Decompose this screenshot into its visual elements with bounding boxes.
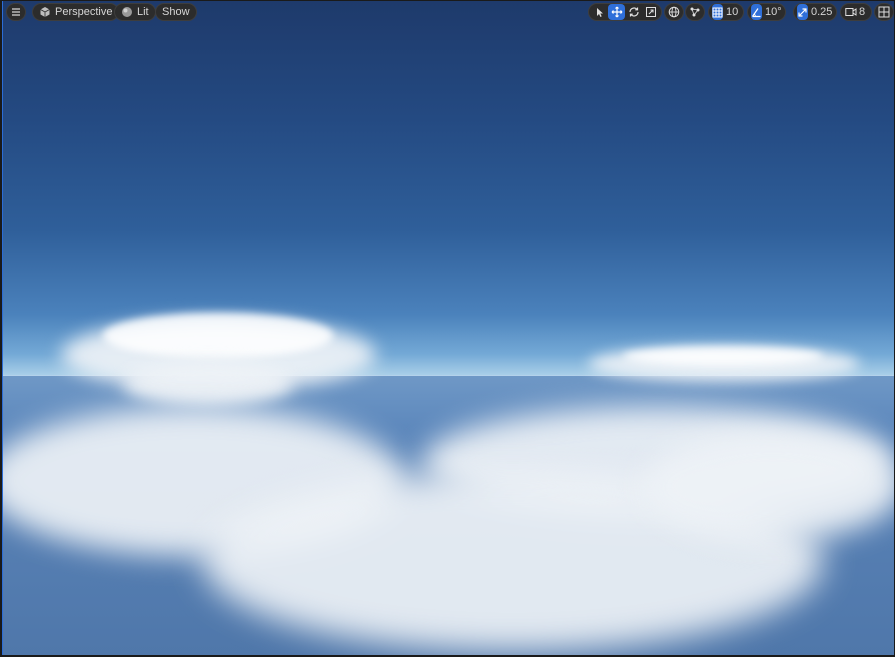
rotate-icon xyxy=(628,7,639,17)
show-label: Show xyxy=(162,6,190,18)
rotation-snap-value: 10° xyxy=(765,6,782,18)
surface-snap-icon xyxy=(690,7,700,17)
show-button[interactable]: Show xyxy=(155,3,197,21)
translate-icon xyxy=(611,6,622,18)
camera-speed-button[interactable]: 8 xyxy=(840,3,872,21)
rotation-snap-button[interactable]: 10° xyxy=(747,3,786,21)
transform-tools-group xyxy=(588,3,662,21)
lighting-mode-label: Lit xyxy=(137,6,149,18)
scale-icon xyxy=(645,7,656,17)
surface-snap-button[interactable] xyxy=(685,3,705,21)
layout-icon xyxy=(878,6,890,18)
select-icon xyxy=(596,7,603,17)
viewport-toolbar: Perspective Lit Show 10 10° 0.25 8 xyxy=(3,1,894,25)
translate-tool-button[interactable] xyxy=(608,4,625,20)
viewport-layout-button[interactable] xyxy=(874,3,894,21)
rotate-tool-button[interactable] xyxy=(625,4,642,20)
coordinate-space-button[interactable] xyxy=(664,3,684,21)
level-viewport[interactable]: Perspective Lit Show 10 10° 0.25 8 xyxy=(2,1,894,655)
viewport-menu-button[interactable] xyxy=(6,3,26,21)
camera-icon xyxy=(845,6,857,18)
camera-speed-value: 8 xyxy=(859,6,866,18)
sphere-icon xyxy=(121,6,133,18)
grid-snap-button[interactable]: 10 xyxy=(708,3,744,21)
scale-tool-button[interactable] xyxy=(642,4,659,20)
angle-icon xyxy=(751,4,762,20)
view-mode-label: Perspective xyxy=(55,6,113,18)
scale-snap-button[interactable]: 0.25 xyxy=(793,3,837,21)
hamburger-icon xyxy=(12,8,20,16)
view-mode-button[interactable]: Perspective xyxy=(32,3,120,21)
grid-snap-value: 10 xyxy=(726,6,739,18)
scale-arrow-icon xyxy=(797,4,808,20)
cube-icon xyxy=(39,6,51,18)
lighting-mode-button[interactable]: Lit xyxy=(114,3,156,21)
globe-icon xyxy=(668,6,680,18)
scale-snap-value: 0.25 xyxy=(811,6,833,18)
grid-icon xyxy=(712,4,723,20)
select-tool-button[interactable] xyxy=(591,4,608,20)
